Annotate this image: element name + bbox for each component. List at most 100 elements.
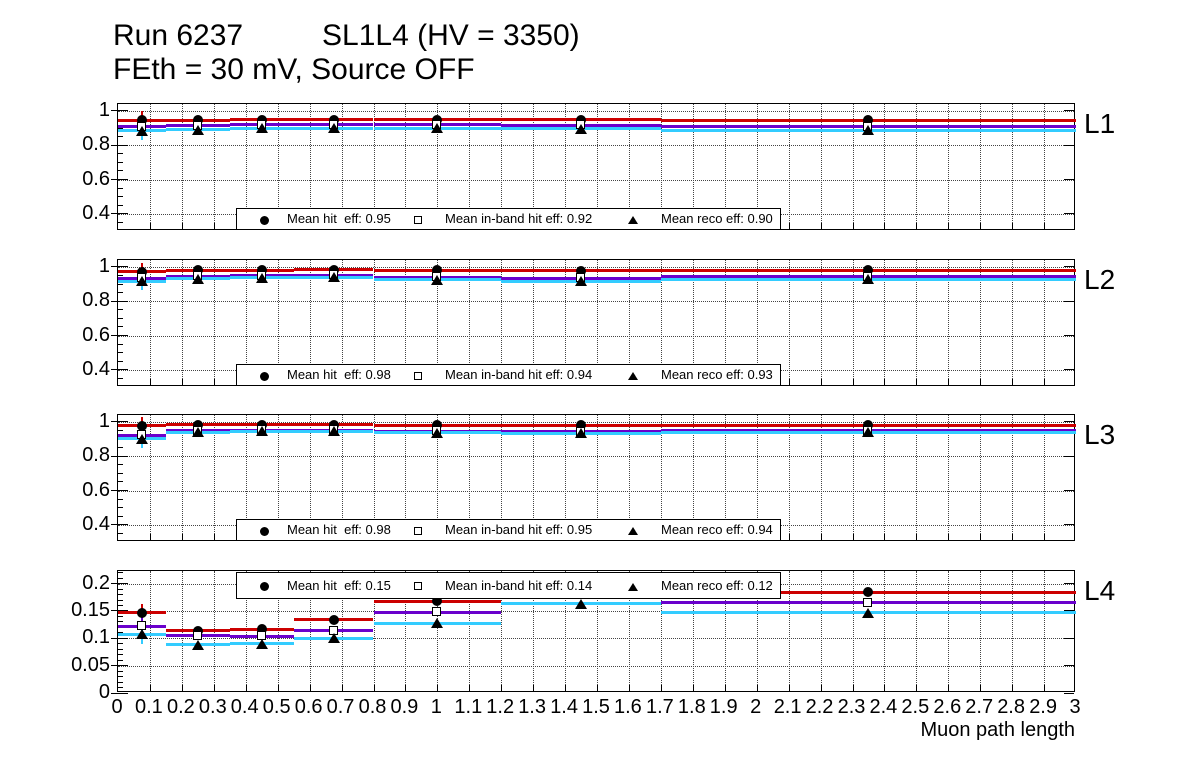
legend-circle-icon: [260, 216, 269, 225]
x-tick: [214, 223, 215, 229]
y-major-tick-right: [1064, 369, 1074, 370]
y-major-tick: [111, 421, 128, 422]
x-gridline: [980, 571, 981, 691]
x-tick: [278, 685, 279, 691]
page-title-conditions: FEth = 30 mV, Source OFF: [113, 53, 475, 87]
x-tick: [533, 685, 534, 691]
panel-L2: Mean hit eff: 0.98Mean in-band hit eff: …: [117, 259, 1075, 386]
x-tick-label: 2.4: [869, 696, 897, 719]
x-tick: [661, 685, 662, 691]
x-gridline: [1044, 415, 1045, 540]
y-minor-tick: [118, 447, 123, 448]
x-tick: [853, 685, 854, 691]
x-tick-label: 0.6: [295, 696, 323, 719]
x-tick-label: 0.7: [327, 696, 355, 719]
y-minor-tick: [118, 516, 123, 517]
x-tick: [884, 379, 885, 385]
reco-eff-marker: [256, 123, 268, 133]
y-tick-label: 0.15: [55, 599, 110, 622]
x-tick-label: 0.3: [199, 696, 227, 719]
y-tick-label: 0.05: [55, 654, 110, 677]
x-tick: [821, 534, 822, 540]
y-major-tick: [111, 301, 128, 302]
y-tick-label: 0.2: [55, 572, 110, 595]
y-minor-tick: [118, 682, 123, 683]
y-minor-tick: [118, 361, 123, 362]
x-tick-label: 2.5: [901, 696, 929, 719]
y-minor-tick: [118, 473, 123, 474]
y-minor-tick: [118, 676, 123, 677]
legend-entry-text: Mean reco eff: 0.12: [661, 573, 773, 598]
legend-entry-text: Mean in-band hit eff: 0.94: [445, 365, 592, 385]
legend-square-icon: [414, 527, 422, 535]
y-major-tick-right: [1064, 145, 1074, 146]
x-tick-label: 1.5: [582, 696, 610, 719]
y-tick-label: 0.4: [55, 513, 110, 536]
legend-triangle-icon: [628, 583, 638, 591]
x-gridline: [821, 104, 822, 229]
x-tick: [916, 379, 917, 385]
legend-circle-icon: [260, 582, 269, 591]
x-tick: [1012, 534, 1013, 540]
x-tick: [821, 379, 822, 385]
y-tick-label: 0.6: [55, 324, 110, 347]
x-gridline: [821, 415, 822, 540]
x-tick-label: 0: [111, 696, 122, 719]
x-tick: [150, 379, 151, 385]
x-axis-title: Muon path length: [117, 719, 1075, 742]
reco-eff-marker: [328, 633, 340, 643]
x-tick: [980, 534, 981, 540]
y-tick-label: 1: [55, 410, 110, 433]
x-tick-label: 3: [1069, 696, 1080, 719]
panel-L1: Mean hit eff: 0.95Mean in-band hit eff: …: [117, 103, 1075, 230]
x-gridline: [789, 571, 790, 691]
legend-triangle-icon: [628, 372, 638, 380]
x-tick: [789, 223, 790, 229]
x-gridline: [916, 571, 917, 691]
legend-L4: Mean hit eff: 0.15Mean in-band hit eff: …: [236, 572, 781, 599]
legend-L1: Mean hit eff: 0.95Mean in-band hit eff: …: [236, 208, 781, 230]
y-minor-tick: [118, 499, 123, 500]
x-tick: [1044, 223, 1045, 229]
reco-eff-marker: [192, 125, 204, 135]
x-tick: [629, 685, 630, 691]
y-major-tick: [111, 110, 128, 111]
x-gridline: [853, 104, 854, 229]
y-minor-tick: [118, 589, 123, 590]
inband-eff-marker: [432, 607, 441, 616]
x-gridline: [1012, 415, 1013, 540]
reco-eff-marker: [862, 125, 874, 135]
x-gridline: [214, 415, 215, 540]
x-tick-label: 0.2: [167, 696, 195, 719]
y-minor-tick: [118, 430, 123, 431]
y-major-tick: [111, 213, 128, 214]
y-minor-tick: [118, 275, 123, 276]
y-minor-tick: [118, 284, 123, 285]
y-minor-tick: [118, 481, 123, 482]
x-tick: [884, 534, 885, 540]
x-gridline: [150, 571, 151, 691]
x-tick: [182, 534, 183, 540]
y-major-tick: [111, 524, 128, 525]
x-tick: [1012, 685, 1013, 691]
x-tick: [948, 685, 949, 691]
x-gridline: [948, 415, 949, 540]
y-minor-tick: [118, 222, 123, 223]
legend-square-icon: [414, 216, 422, 224]
y-gridline: [118, 336, 1074, 337]
y-minor-tick: [118, 572, 123, 573]
legend-entry-text: Mean hit eff: 0.15: [287, 573, 391, 598]
plot-canvas: Run 6237 SL1L4 (HV = 3350) FEth = 30 mV,…: [0, 0, 1196, 772]
y-major-tick-right: [1064, 665, 1074, 666]
x-tick: [214, 534, 215, 540]
y-minor-tick: [118, 578, 123, 579]
hit-eff-marker: [329, 615, 339, 625]
page-title-run: Run 6237: [113, 19, 243, 53]
x-gridline: [980, 415, 981, 540]
legend-entry-text: Mean hit eff: 0.95: [287, 209, 391, 229]
x-tick: [469, 685, 470, 691]
x-tick: [916, 534, 917, 540]
x-gridline: [789, 415, 790, 540]
x-tick-label: 2.7: [965, 696, 993, 719]
legend-entry-text: Mean in-band hit eff: 0.95: [445, 520, 592, 540]
